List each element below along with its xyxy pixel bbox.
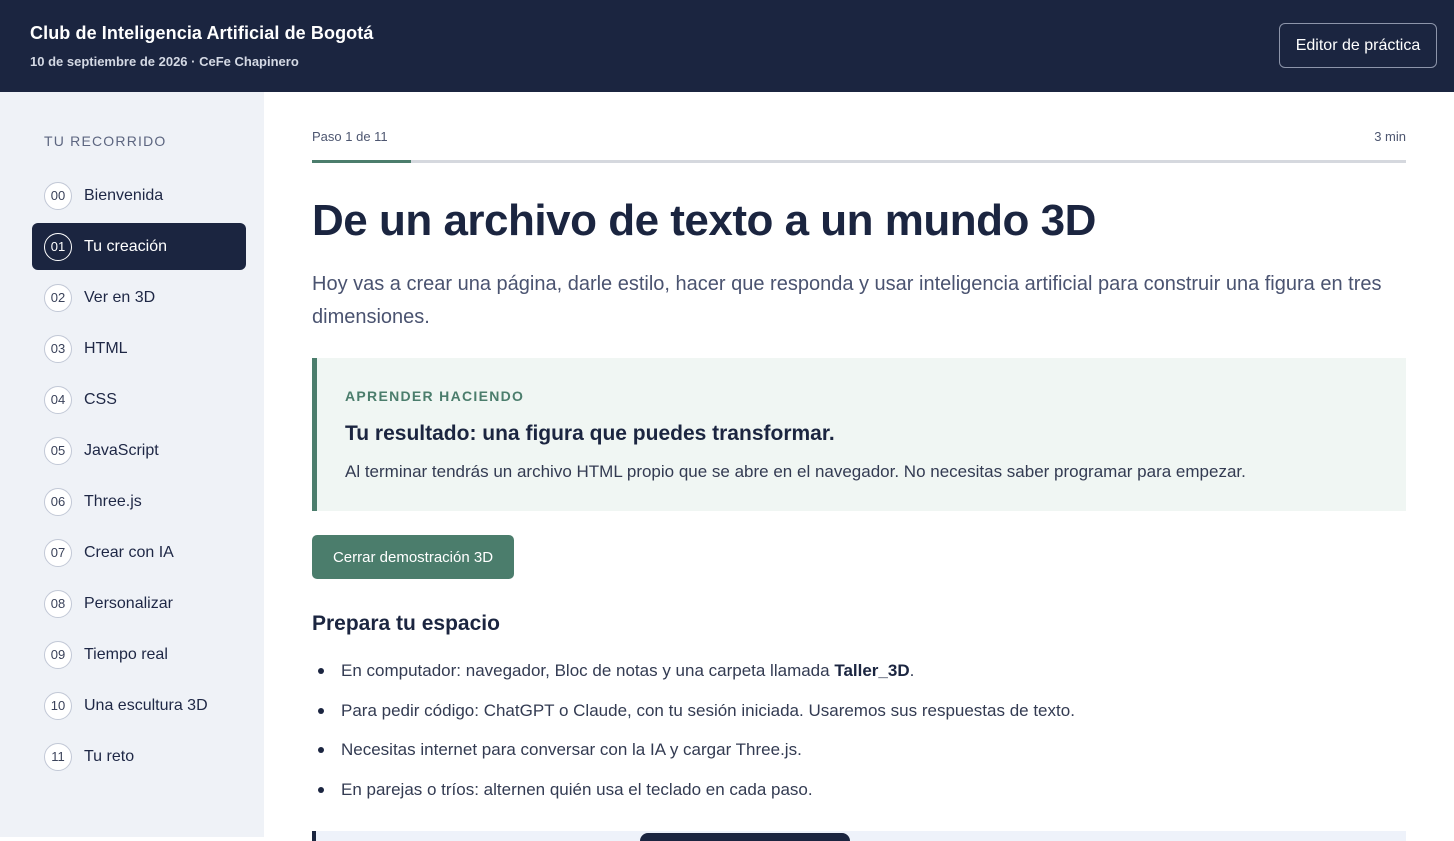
sidebar-heading: TU RECORRIDO <box>44 133 167 149</box>
list-item: En computador: navegador, Bloc de notas … <box>312 658 1406 698</box>
sidebar-item-label: Tu creación <box>84 237 167 255</box>
step-number-badge: 05 <box>44 436 72 465</box>
sidebar-item-label: Una escultura 3D <box>84 696 208 714</box>
list-item-text: En parejas o tríos: alternen quién usa e… <box>341 779 813 799</box>
progress-info: Paso 1 de 11 3 min <box>312 129 1406 147</box>
practice-editor-button[interactable]: Editor de práctica <box>1279 23 1437 68</box>
sidebar-item-label: CSS <box>84 390 117 408</box>
list-item: Para pedir código: ChatGPT o Claude, con… <box>312 698 1406 738</box>
list-item-text: Para pedir código: ChatGPT o Claude, con… <box>341 700 1075 720</box>
sidebar-item-label: HTML <box>84 339 128 357</box>
step-number-badge: 00 <box>44 181 72 210</box>
step-number-badge: 02 <box>44 283 72 312</box>
setup-list: En computador: navegador, Bloc de notas … <box>312 658 1406 816</box>
callout-box: APRENDER HACIENDO Tu resultado: una figu… <box>312 358 1406 511</box>
sidebar-nav: 00 Bienvenida 01 Tu creación 02 Ver en 3D 03 HT… <box>32 172 246 784</box>
main-content: Paso 1 de 11 3 min De un archivo de text… <box>312 92 1406 841</box>
sidebar-item[interactable]: 08 Personalizar <box>32 580 246 627</box>
callout-kicker: APRENDER HACIENDO <box>345 388 525 404</box>
event-subtitle: 10 de septiembre de 2026 · CeFe Chapiner… <box>30 54 299 69</box>
step-number-badge: 10 <box>44 691 72 720</box>
bullet-dot-icon <box>318 668 324 674</box>
step-number-badge: 09 <box>44 640 72 669</box>
list-item-text-end: . <box>909 661 915 680</box>
club-name: Club de Inteligencia Artificial de Bogot… <box>30 23 374 43</box>
sidebar-item[interactable]: 06 Three.js <box>32 478 246 525</box>
list-item: En parejas o tríos: alternen quién usa e… <box>312 777 1406 817</box>
top-header: Club de Inteligencia Artificial de Bogot… <box>0 0 1454 92</box>
sidebar-item[interactable]: 00 Bienvenida <box>32 172 246 219</box>
step-number-badge: 03 <box>44 334 72 363</box>
callout-body: Al terminar tendrás un archivo HTML prop… <box>345 462 1246 481</box>
list-item-text: En computador: navegador, Bloc de notas … <box>341 661 835 680</box>
sidebar-item-label: Crear con IA <box>84 543 174 561</box>
sidebar-item-label: Ver en 3D <box>84 288 156 306</box>
sidebar-item-label: Tiempo real <box>84 645 168 663</box>
sidebar-item[interactable]: 04 CSS <box>32 376 246 423</box>
callout-title: Tu resultado: una figura que puedes tran… <box>345 422 835 445</box>
sidebar-item[interactable]: 01 Tu creación <box>32 223 246 270</box>
progress-bar <box>312 160 1406 163</box>
list-item-bold: Taller_3D <box>834 661 910 680</box>
next-content-tab <box>640 833 850 841</box>
sidebar-item-label: Three.js <box>84 492 142 510</box>
bullet-dot-icon <box>318 786 324 793</box>
step-counter: Paso 1 de 11 <box>312 129 388 144</box>
sidebar-item-label: Tu reto <box>84 747 135 765</box>
close-3d-demo-button[interactable]: Cerrar demostración 3D <box>312 535 514 579</box>
step-number-badge: 04 <box>44 385 72 414</box>
sidebar: TU RECORRIDO 00 Bienvenida 01 Tu creación 02… <box>0 92 264 837</box>
step-number-badge: 11 <box>44 742 72 771</box>
sidebar-item[interactable]: 11 Tu reto <box>32 733 246 780</box>
sidebar-item[interactable]: 09 Tiempo real <box>32 631 246 678</box>
sidebar-item[interactable]: 07 Crear con IA <box>32 529 246 576</box>
sidebar-item[interactable]: 10 Una escultura 3D <box>32 682 246 729</box>
step-number-badge: 08 <box>44 589 72 618</box>
sidebar-item-label: Personalizar <box>84 594 173 612</box>
step-number-badge: 01 <box>44 232 72 261</box>
step-duration: 3 min <box>1374 129 1406 144</box>
sidebar-item-label: Bienvenida <box>84 186 164 204</box>
step-number-badge: 07 <box>44 538 72 567</box>
list-item: Necesitas internet para conversar con la… <box>312 737 1406 777</box>
page-title: De un archivo de texto a un mundo 3D <box>312 196 1096 245</box>
sidebar-item-label: JavaScript <box>84 441 159 459</box>
progress-bar-fill <box>312 160 412 163</box>
bullet-dot-icon <box>318 707 324 714</box>
lead-paragraph: Hoy vas a crear una página, darle estilo… <box>312 273 1382 328</box>
sidebar-item[interactable]: 05 JavaScript <box>32 427 246 474</box>
section-title: Prepara tu espacio <box>312 612 500 635</box>
sidebar-item[interactable]: 02 Ver en 3D <box>32 274 246 321</box>
step-number-badge: 06 <box>44 487 72 516</box>
sidebar-item[interactable]: 03 HTML <box>32 325 246 372</box>
next-content-block <box>312 831 1406 841</box>
list-item-text: Necesitas internet para conversar con la… <box>341 740 802 759</box>
bullet-dot-icon <box>318 747 324 753</box>
